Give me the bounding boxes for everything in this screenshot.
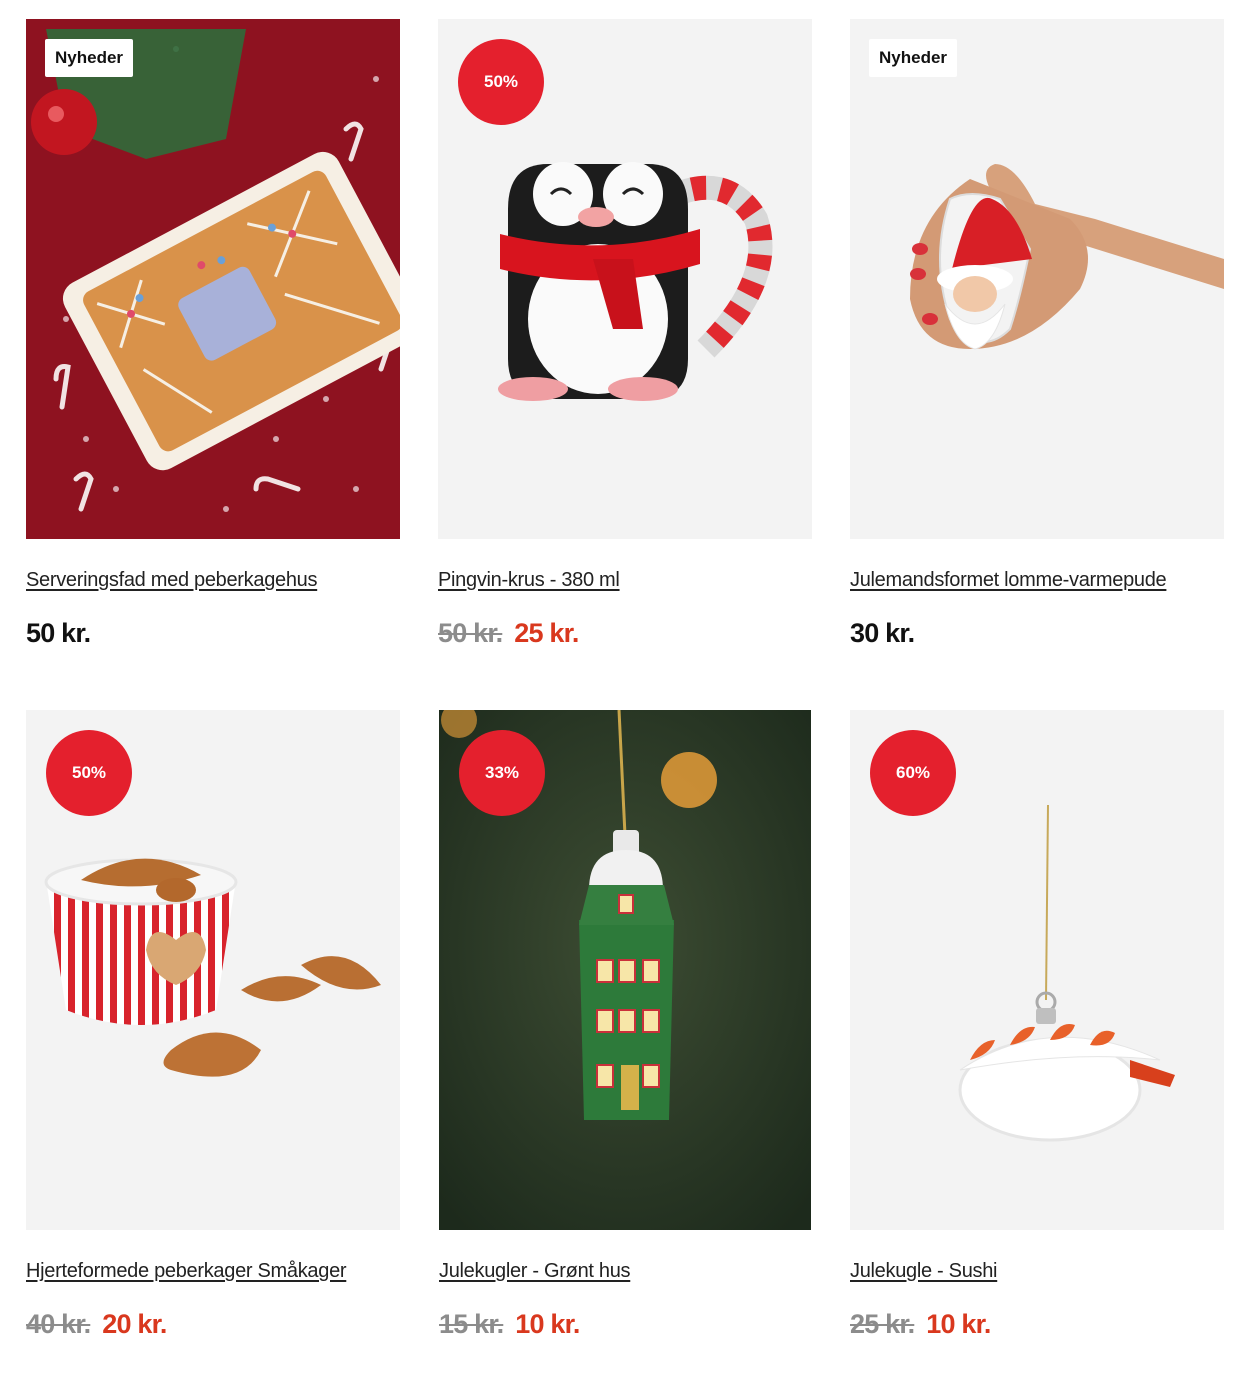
product-title-link[interactable]: Hjerteformede peberkager Småkager <box>26 1260 400 1283</box>
product-card[interactable]: 50% Hjerteformede peberkager Småkager 40… <box>26 710 400 1340</box>
new-badge: Nyheder <box>45 39 134 77</box>
product-image[interactable]: 33% <box>439 710 811 1230</box>
product-card[interactable]: 60% Julekugle - Sushi 25 kr. 10 kr. <box>850 710 1224 1340</box>
product-title-link[interactable]: Julekugler - Grønt hus <box>439 1260 811 1283</box>
product-image[interactable]: 50% <box>26 710 400 1230</box>
new-badge: Nyheder <box>869 39 958 77</box>
product-title-link[interactable]: Julemandsformet lomme-varmepude <box>850 569 1224 592</box>
price-row: 30 kr. <box>850 618 1224 649</box>
old-price: 40 kr. <box>26 1309 91 1339</box>
price-row: 50 kr. <box>26 618 400 649</box>
old-price: 25 kr. <box>850 1309 915 1339</box>
product-card[interactable]: Nyheder Julemandsformet lomme-varmepude … <box>850 19 1224 649</box>
discount-badge: 60% <box>870 730 956 816</box>
price: 50 kr. <box>26 618 91 648</box>
price-row: 50 kr. 25 kr. <box>438 618 812 649</box>
product-image[interactable]: Nyheder <box>850 19 1224 539</box>
old-price: 15 kr. <box>439 1309 504 1339</box>
product-card[interactable]: 50% Pingvin-krus - 380 ml 50 kr. 25 kr. <box>438 19 812 649</box>
product-title-link[interactable]: Serveringsfad med peberkagehus <box>26 569 400 592</box>
discount-badge: 50% <box>458 39 544 125</box>
product-image[interactable]: 60% <box>850 710 1224 1230</box>
product-title-link[interactable]: Pingvin-krus - 380 ml <box>438 569 812 592</box>
sale-price: 25 kr. <box>514 618 579 648</box>
price: 30 kr. <box>850 618 915 648</box>
product-image[interactable]: Nyheder <box>26 19 400 539</box>
price-row: 25 kr. 10 kr. <box>850 1309 1224 1340</box>
santa-hand-warmer-image <box>910 164 1224 350</box>
product-grid: Nyheder Serveringsfad med peberkagehus 5… <box>0 0 1250 1394</box>
gingerbread-plate-image <box>26 19 400 539</box>
old-price: 50 kr. <box>438 618 503 648</box>
product-card[interactable]: 33% Julekugler - Grønt hus 15 kr. 10 kr. <box>439 710 811 1340</box>
sale-price: 20 kr. <box>102 1309 167 1339</box>
price-row: 40 kr. 20 kr. <box>26 1309 400 1340</box>
sale-price: 10 kr. <box>926 1309 991 1339</box>
product-card[interactable]: Nyheder Serveringsfad med peberkagehus 5… <box>26 19 400 649</box>
product-title-link[interactable]: Julekugle - Sushi <box>850 1260 1224 1283</box>
discount-badge: 50% <box>46 730 132 816</box>
product-image[interactable]: 50% <box>438 19 812 539</box>
discount-badge: 33% <box>459 730 545 816</box>
price-row: 15 kr. 10 kr. <box>439 1309 811 1340</box>
sale-price: 10 kr. <box>515 1309 580 1339</box>
